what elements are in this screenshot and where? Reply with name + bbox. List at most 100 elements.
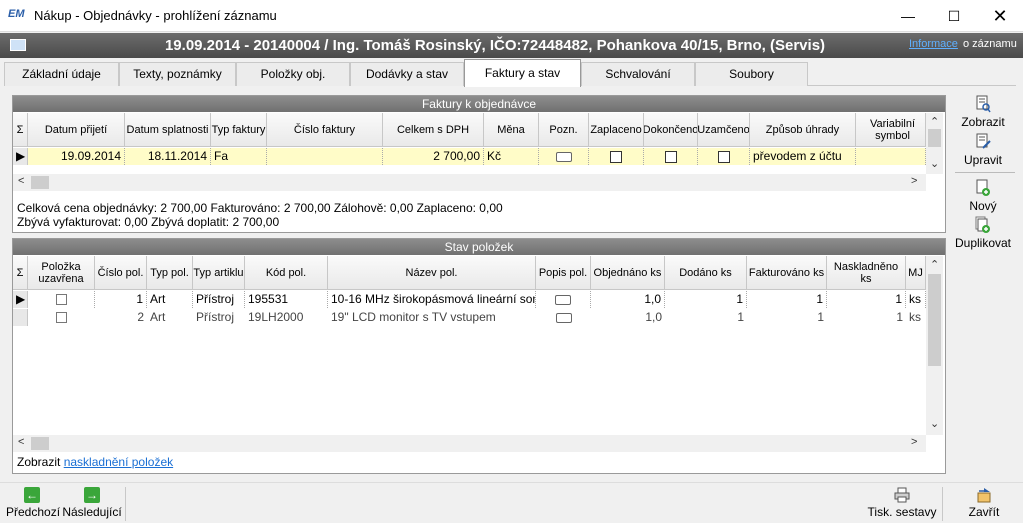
cell-typ-artiklu: Přístroj <box>196 310 235 324</box>
previous-button[interactable]: ← Předchozí <box>6 487 61 519</box>
col-dodano[interactable]: Dodáno ks <box>665 256 747 290</box>
col-naskladneno[interactable]: Naskladněno ks <box>827 256 906 290</box>
items-footer-prefix: Zobrazit <box>17 455 61 469</box>
scroll-right-icon[interactable]: > <box>911 436 917 448</box>
col-dokonceno[interactable]: Dokončeno <box>644 113 698 147</box>
invoice-summary-line1: Celková cena objednávky: 2 700,00 Faktur… <box>17 201 503 215</box>
scroll-down-icon[interactable]: ⌄ <box>930 157 939 170</box>
cell-uzavrena[interactable] <box>28 309 95 326</box>
tab-schvalovani[interactable]: Schvalování <box>581 62 695 86</box>
sigma-header[interactable]: Σ <box>13 256 28 290</box>
col-zpusob-uhrady[interactable]: Způsob úhrady <box>750 113 856 147</box>
cell-popis-pol[interactable] <box>536 291 591 308</box>
dokonceno-checkbox[interactable] <box>664 150 677 163</box>
cell-kod-pol: 19LH2000 <box>248 310 304 324</box>
cell-zpusob-uhrady: převodem z účtu <box>750 148 856 165</box>
cell-typ-pol: Art <box>150 310 166 324</box>
col-cislo-faktury[interactable]: Číslo faktury <box>267 113 383 147</box>
cell-kod-pol: 195531 <box>245 291 328 308</box>
uzamceno-checkbox[interactable] <box>717 150 730 163</box>
col-datum-splatnosti[interactable]: Datum splatnosti <box>125 113 211 147</box>
close-button[interactable]: Zavřít <box>958 487 1010 519</box>
upravit-button[interactable]: Upravit <box>950 133 1016 167</box>
cell-naskladneno: 1 <box>896 310 903 324</box>
col-variabilni-symbol[interactable]: Variabilní symbol <box>856 113 926 147</box>
tab-texty[interactable]: Texty, poznámky <box>119 62 236 86</box>
col-mj[interactable]: MJ <box>906 256 926 290</box>
col-typ-faktury[interactable]: Typ faktury <box>211 113 267 147</box>
items-grid: Σ Položka uzavřena Číslo pol. Typ pol. T… <box>13 256 943 452</box>
window-title: Nákup - Objednávky - prohlížení záznamu <box>34 8 277 23</box>
col-typ-artiklu[interactable]: Typ artiklu <box>193 256 245 290</box>
next-button[interactable]: → Následující <box>62 487 122 519</box>
items-horizontal-scrollbar[interactable]: < > <box>13 435 926 452</box>
cell-naskladneno: 1 <box>827 291 906 308</box>
col-mena[interactable]: Měna <box>484 113 539 147</box>
app-logo: EM <box>8 8 25 20</box>
uzavrena-checkbox[interactable] <box>56 312 67 324</box>
cell-uzamceno[interactable] <box>698 148 750 165</box>
scroll-up-icon[interactable]: ⌃ <box>930 115 939 128</box>
col-typ-pol[interactable]: Typ pol. <box>147 256 193 290</box>
col-uzamceno[interactable]: Uzamčeno <box>698 113 750 147</box>
col-objednano[interactable]: Objednáno ks <box>591 256 665 290</box>
note-icon <box>555 312 572 323</box>
print-reports-button[interactable]: Tisk. sestavy <box>866 487 938 519</box>
cell-popis-pol[interactable] <box>536 309 591 326</box>
zobrazit-button[interactable]: Zobrazit <box>950 95 1016 129</box>
sigma-header[interactable]: Σ <box>13 113 28 147</box>
cell-zaplaceno[interactable] <box>589 148 644 165</box>
cell-dokonceno[interactable] <box>644 148 698 165</box>
zobrazit-label: Zobrazit <box>961 115 1005 129</box>
tab-faktury[interactable]: Faktury a stav <box>464 59 581 87</box>
col-kod-pol[interactable]: Kód pol. <box>245 256 328 290</box>
maximize-button[interactable]: ☐ <box>931 0 977 32</box>
tab-polozky[interactable]: Položky obj. <box>236 62 350 86</box>
cell-fakturovano: 1 <box>747 291 827 308</box>
cell-uzavrena[interactable] <box>28 291 95 308</box>
scroll-down-icon[interactable]: ⌄ <box>930 417 939 430</box>
invoices-vertical-scrollbar[interactable]: ⌃ ⌄ <box>926 113 943 174</box>
cell-pozn[interactable] <box>539 148 589 165</box>
scroll-thumb[interactable] <box>31 437 49 450</box>
tab-zakladni-udaje[interactable]: Základní údaje <box>4 62 119 86</box>
scroll-left-icon[interactable]: < <box>18 175 24 187</box>
col-polozka-uzavrena[interactable]: Položka uzavřena <box>28 256 95 290</box>
items-vertical-scrollbar[interactable]: ⌃ ⌄ <box>926 256 943 435</box>
col-celkem-dph[interactable]: Celkem s DPH <box>383 113 484 147</box>
record-title: 19.09.2014 - 20140004 / Ing. Tomáš Rosin… <box>164 37 826 54</box>
col-datum-prijeti[interactable]: Datum přijetí <box>28 113 125 147</box>
cell-datum-splatnosti: 18.11.2014 <box>125 148 211 165</box>
scroll-thumb[interactable] <box>928 129 941 147</box>
cell-cislo-pol: 1 <box>95 291 147 308</box>
view-document-icon <box>976 95 991 113</box>
scroll-thumb[interactable] <box>31 176 49 189</box>
col-popis-pol[interactable]: Popis pol. <box>536 256 591 290</box>
zaplaceno-checkbox[interactable] <box>610 150 622 163</box>
scroll-right-icon[interactable]: > <box>911 175 917 187</box>
invoices-horizontal-scrollbar[interactable]: < > <box>13 174 926 191</box>
uzavrena-checkbox[interactable] <box>55 294 67 306</box>
scroll-thumb[interactable] <box>928 274 941 366</box>
cell-mj: ks <box>909 310 921 324</box>
col-cislo-pol[interactable]: Číslo pol. <box>95 256 147 290</box>
cell-objednano: 1,0 <box>645 310 662 324</box>
naskladneni-link[interactable]: naskladnění položek <box>64 455 173 469</box>
footer-separator <box>942 487 943 521</box>
scroll-up-icon[interactable]: ⌃ <box>930 258 939 271</box>
novy-button[interactable]: Nový <box>950 179 1016 213</box>
tab-soubory[interactable]: Soubory <box>695 62 808 86</box>
close-window-button[interactable]: ✕ <box>977 0 1023 32</box>
row-indicator <box>13 309 28 326</box>
scroll-left-icon[interactable]: < <box>18 436 24 448</box>
duplikovat-button[interactable]: Duplikovat <box>950 216 1016 250</box>
minimize-button[interactable]: — <box>885 0 931 32</box>
col-pozn[interactable]: Pozn. <box>539 113 589 147</box>
cell-objednano: 1,0 <box>591 291 665 308</box>
tab-dodavky[interactable]: Dodávky a stav <box>350 62 464 86</box>
previous-label: Předchozí <box>6 505 61 519</box>
col-fakturovano[interactable]: Fakturováno ks <box>747 256 827 290</box>
col-zaplaceno[interactable]: Zaplaceno <box>589 113 644 147</box>
col-nazev-pol[interactable]: Název pol. <box>328 256 536 290</box>
info-link[interactable]: Informace <box>909 38 958 50</box>
